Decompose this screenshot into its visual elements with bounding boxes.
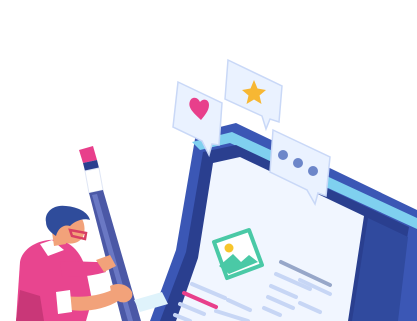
star-bubble — [224, 58, 283, 132]
shirt-cuff — [56, 290, 72, 314]
pencil-eraser — [79, 146, 97, 163]
sun-icon — [224, 243, 234, 253]
illustration-canvas — [0, 0, 417, 321]
social-media-content-illustration — [16, 58, 417, 321]
pencil-ferrule — [84, 167, 104, 194]
